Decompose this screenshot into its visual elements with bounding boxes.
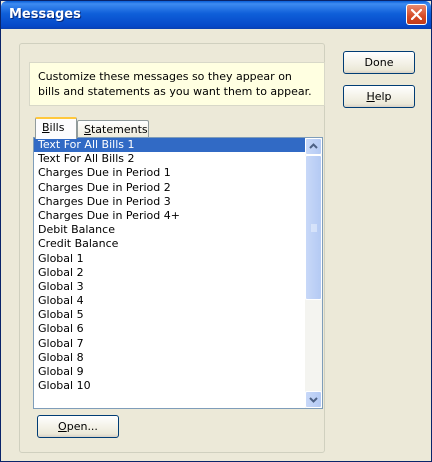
help-button[interactable]: Help: [343, 85, 415, 108]
list-item[interactable]: Debit Balance: [34, 223, 306, 237]
title-bar[interactable]: Messages: [1, 1, 431, 29]
list-item[interactable]: Global 1: [34, 252, 306, 266]
dialog-client-area: Customize these messages so they appear …: [5, 29, 427, 459]
list-item[interactable]: Charges Due in Period 1: [34, 166, 306, 180]
tab-bills-label-rest: ills: [49, 121, 65, 134]
chevron-down-icon: [309, 397, 318, 403]
open-accelerator: O: [58, 420, 67, 433]
list-item[interactable]: Global 4: [34, 294, 306, 308]
tab-bills[interactable]: Bills: [35, 117, 77, 139]
tab-statements[interactable]: Statements: [77, 120, 149, 138]
messages-listbox[interactable]: Text For All Bills 1 Text For All Bills …: [33, 137, 323, 409]
tab-statements-accelerator: S: [84, 123, 91, 136]
list-item[interactable]: Charges Due in Period 2: [34, 181, 306, 195]
list-item[interactable]: Global 7: [34, 337, 306, 351]
scrollbar-thumb[interactable]: [305, 155, 322, 300]
tab-statements-label-rest: tatements: [90, 123, 148, 136]
tab-bills-accelerator: B: [42, 121, 50, 134]
list-item[interactable]: Text For All Bills 2: [34, 152, 306, 166]
list-item[interactable]: Global 3: [34, 280, 306, 294]
close-icon: [411, 9, 422, 20]
message-list: Text For All Bills 1 Text For All Bills …: [34, 138, 306, 393]
scroll-down-button[interactable]: [305, 391, 322, 408]
list-item[interactable]: Global 5: [34, 308, 306, 322]
list-item[interactable]: Global 6: [34, 322, 306, 336]
list-item[interactable]: Global 9: [34, 365, 306, 379]
grip-icon: [311, 224, 317, 232]
window-title: Messages: [9, 7, 81, 22]
list-item[interactable]: Charges Due in Period 3: [34, 195, 306, 209]
help-accelerator: H: [366, 90, 375, 103]
list-item[interactable]: Global 8: [34, 351, 306, 365]
info-message: Customize these messages so they appear …: [29, 62, 325, 106]
close-button[interactable]: [406, 4, 427, 25]
help-label-rest: elp: [374, 90, 392, 103]
list-item[interactable]: Global 2: [34, 266, 306, 280]
scroll-up-button[interactable]: [305, 138, 322, 155]
done-button[interactable]: Done: [343, 51, 415, 74]
messages-dialog: Messages Customize these messages so the…: [0, 0, 432, 462]
open-label-rest: pen...: [66, 420, 98, 433]
list-item[interactable]: Text For All Bills 1: [34, 138, 306, 153]
open-button[interactable]: Open...: [37, 415, 119, 438]
vertical-scrollbar[interactable]: [305, 138, 322, 408]
list-item[interactable]: Global 10: [34, 379, 306, 393]
list-item[interactable]: Credit Balance: [34, 237, 306, 251]
chevron-up-icon: [309, 143, 318, 149]
list-item[interactable]: Charges Due in Period 4+: [34, 209, 306, 223]
